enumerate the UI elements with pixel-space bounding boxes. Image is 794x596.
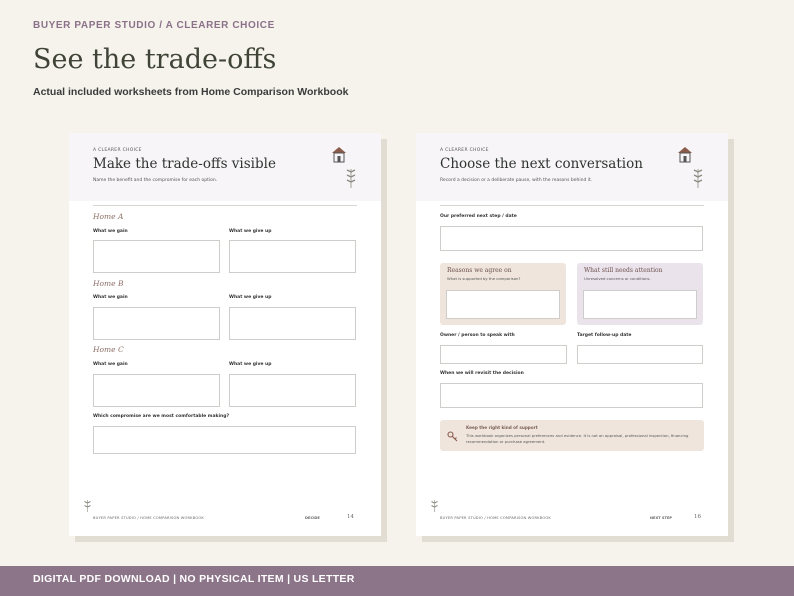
sheet-header: A CLEARER CHOICE Choose the next convers… xyxy=(416,133,728,201)
agree-panel-title: Reasons we agree on xyxy=(447,267,512,274)
attention-panel-title: What still needs attention xyxy=(584,267,663,274)
worksheet-next-conversation: A CLEARER CHOICE Choose the next convers… xyxy=(416,133,728,536)
home-a-gain-field[interactable] xyxy=(93,240,220,273)
owner-field[interactable] xyxy=(440,345,567,364)
agree-field[interactable] xyxy=(446,290,560,319)
divider xyxy=(93,205,357,206)
gain-label: What we gain xyxy=(93,295,128,300)
page-number: 16 xyxy=(694,514,701,520)
footer-banner: DIGITAL PDF DOWNLOAD | NO PHYSICAL ITEM … xyxy=(0,566,794,596)
sheet-title: Make the trade-offs visible xyxy=(93,156,276,172)
brand-line: BUYER PAPER STUDIO / A CLEARER CHOICE xyxy=(33,20,275,31)
sheet-eyebrow: A CLEARER CHOICE xyxy=(93,148,142,153)
subhead: Actual included worksheets from Home Com… xyxy=(33,86,349,98)
sheet-footer-section: DECIDE xyxy=(305,516,320,520)
sheet-footer-brand: BUYER PAPER STUDIO / HOME COMPARISON WOR… xyxy=(440,516,551,520)
attention-field[interactable] xyxy=(583,290,697,319)
revisit-field[interactable] xyxy=(440,383,703,408)
home-c-gain-field[interactable] xyxy=(93,374,220,407)
home-c-give-field[interactable] xyxy=(229,374,356,407)
home-b-label: Home B xyxy=(93,279,124,288)
sheet-description: Name the benefit and the compromise for … xyxy=(93,178,218,183)
wheat-icon xyxy=(431,500,438,512)
home-c-label: Home C xyxy=(93,345,124,354)
target-date-field[interactable] xyxy=(577,345,703,364)
compromise-field[interactable] xyxy=(93,426,356,454)
next-step-field[interactable] xyxy=(440,226,703,251)
sheet-header: A CLEARER CHOICE Make the trade-offs vis… xyxy=(69,133,381,201)
give-up-label: What we give up xyxy=(229,229,272,234)
next-step-label: Our preferred next step / date xyxy=(440,214,517,219)
wheat-icon xyxy=(346,169,356,188)
give-up-label: What we give up xyxy=(229,362,272,367)
support-note: Keep the right kind of support This work… xyxy=(440,420,704,451)
compromise-question: Which compromise are we most comfortable… xyxy=(93,414,230,419)
owner-label: Owner / person to speak with xyxy=(440,333,515,338)
sheet-footer-brand: BUYER PAPER STUDIO / HOME COMPARISON WOR… xyxy=(93,516,204,520)
attention-panel: What still needs attention Unresolved co… xyxy=(577,263,703,325)
attention-panel-subtitle: Unresolved concerns or conditions. xyxy=(584,276,651,281)
target-date-label: Target follow-up date xyxy=(577,333,632,338)
headline: See the trade-offs xyxy=(33,44,277,75)
sheet-description: Record a decision or a deliberate pause,… xyxy=(440,178,593,183)
agree-panel-subtitle: What is supported by the comparison? xyxy=(447,276,521,281)
home-a-give-field[interactable] xyxy=(229,240,356,273)
divider xyxy=(440,205,704,206)
wheat-icon xyxy=(84,500,91,512)
home-a-label: Home A xyxy=(93,212,124,221)
support-title: Keep the right kind of support xyxy=(466,425,538,430)
key-icon xyxy=(447,431,458,442)
support-text: This workbook organizes personal prefere… xyxy=(466,433,689,444)
house-icon xyxy=(332,147,346,163)
sheet-eyebrow: A CLEARER CHOICE xyxy=(440,148,489,153)
house-icon xyxy=(678,147,692,163)
wheat-icon xyxy=(693,169,703,188)
gain-label: What we gain xyxy=(93,362,128,367)
gain-label: What we gain xyxy=(93,229,128,234)
page-number: 14 xyxy=(347,514,354,520)
revisit-label: When we will revisit the decision xyxy=(440,371,524,376)
home-b-give-field[interactable] xyxy=(229,307,356,340)
worksheet-trade-offs: A CLEARER CHOICE Make the trade-offs vis… xyxy=(69,133,381,536)
home-b-gain-field[interactable] xyxy=(93,307,220,340)
sheet-footer-section: NEXT STEP xyxy=(650,516,673,520)
agree-panel: Reasons we agree on What is supported by… xyxy=(440,263,566,325)
give-up-label: What we give up xyxy=(229,295,272,300)
sheet-title: Choose the next conversation xyxy=(440,156,643,172)
